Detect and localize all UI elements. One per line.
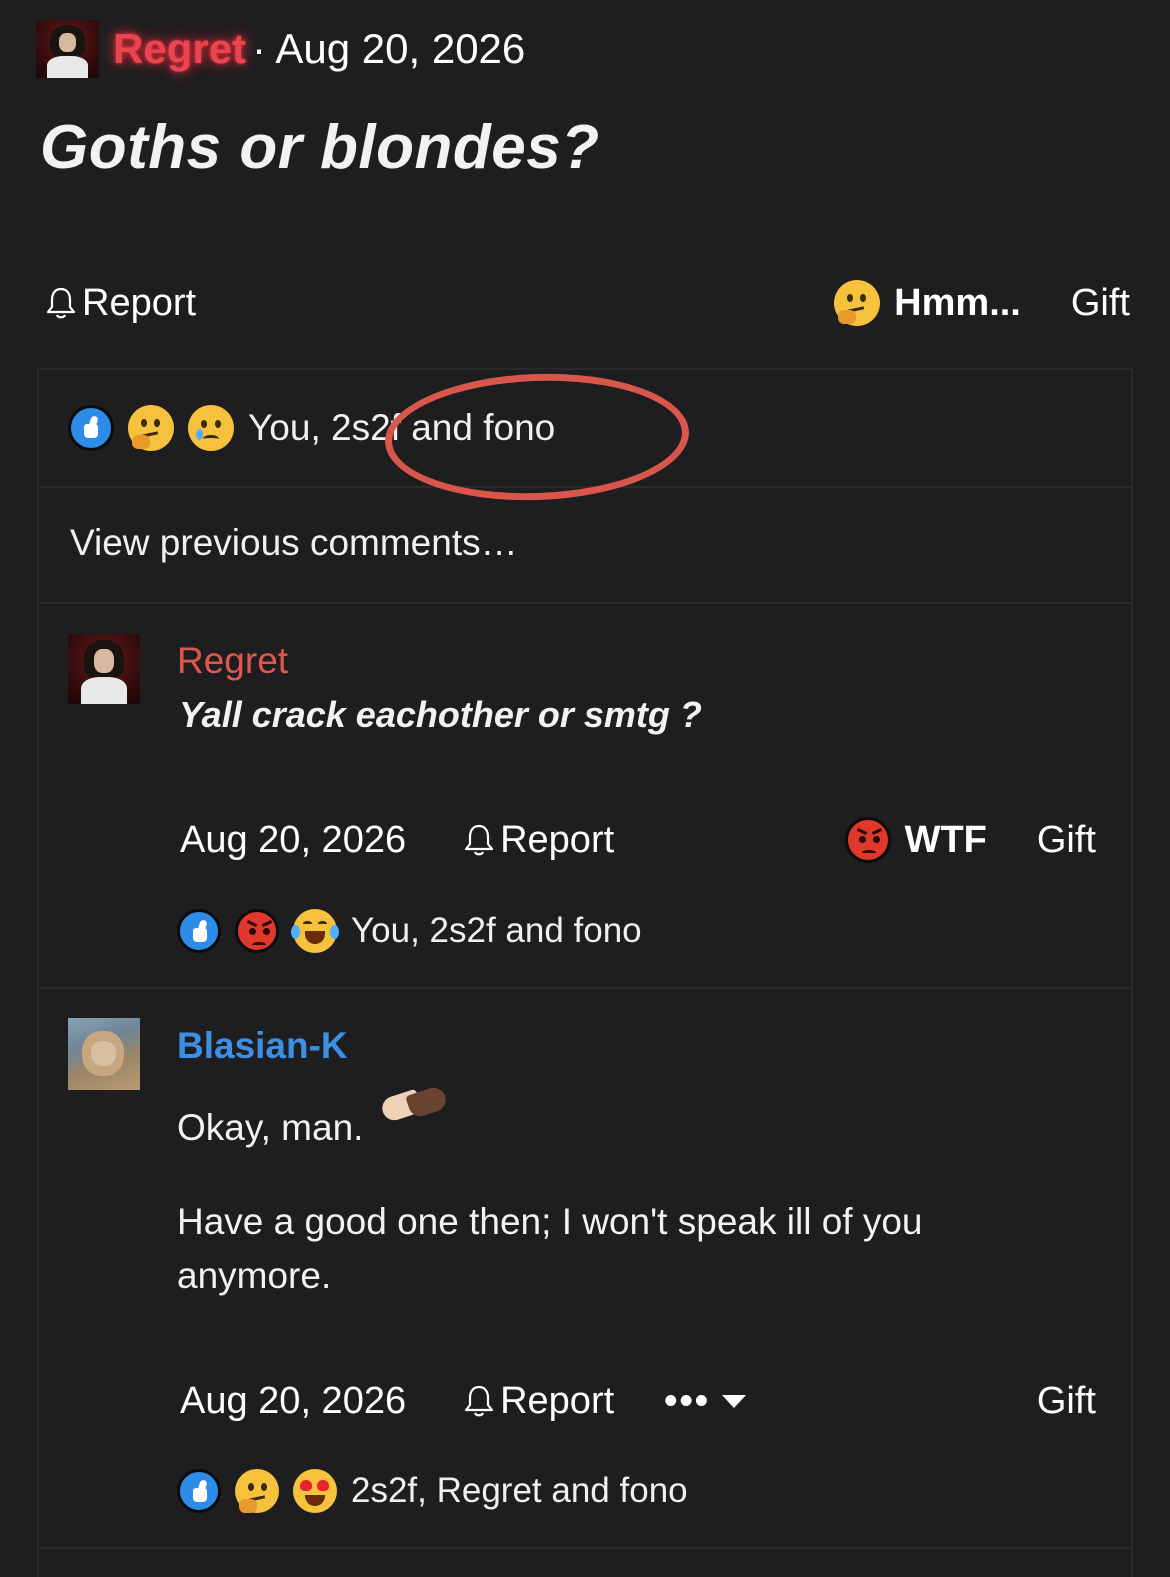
bell-icon xyxy=(464,824,494,856)
comment-text: Yall crack eachother or smtg ? xyxy=(179,694,702,735)
post-header: Regret · Aug 20, 2026 xyxy=(36,18,525,80)
post-title: Goths or blondes? xyxy=(40,113,600,182)
author-avatar[interactable] xyxy=(36,20,99,78)
laughing-crying-icon xyxy=(291,909,339,953)
comment-author-name[interactable]: Regret xyxy=(177,640,288,682)
reactors-text: You, 2s2f and fono xyxy=(351,911,642,950)
reaction-label: WTF xyxy=(904,818,987,861)
bell-icon xyxy=(464,1385,494,1417)
comment-text-third: anymore. xyxy=(177,1255,332,1296)
reaction-label: Hmm... xyxy=(894,281,1021,324)
thinking-face-icon xyxy=(128,405,174,451)
comment-text-second: Have a good one then; I won't speak ill … xyxy=(177,1201,923,1242)
post-page: Regret · Aug 20, 2026 Goths or blondes? … xyxy=(0,0,1170,1577)
gift-button[interactable]: Gift xyxy=(1037,819,1096,862)
like-icon xyxy=(68,405,114,451)
angry-face-icon xyxy=(844,817,891,863)
comment-date: Aug 20, 2026 xyxy=(180,1379,407,1422)
reaction-button[interactable]: WTF xyxy=(844,817,987,863)
reaction-button[interactable]: Hmm... xyxy=(834,280,1021,326)
comment-action-bar: Aug 20, 2026 Report WTF Gift xyxy=(180,815,1096,865)
bell-icon xyxy=(46,287,76,319)
thinking-face-icon xyxy=(834,280,881,326)
comment-text-first: Okay, man. xyxy=(177,1107,364,1148)
heart-eyes-icon xyxy=(293,1469,337,1513)
comment-author-avatar[interactable] xyxy=(68,634,140,704)
post-action-bar: Report Hmm... Gift xyxy=(44,278,1130,328)
caret-down-icon xyxy=(722,1394,747,1408)
divider xyxy=(39,987,1131,989)
report-label: Report xyxy=(500,818,615,861)
sad-face-icon xyxy=(188,405,234,451)
report-button[interactable]: Report xyxy=(462,1380,614,1423)
report-label: Report xyxy=(82,281,197,324)
like-icon xyxy=(177,909,221,953)
comment-date: Aug 20, 2026 xyxy=(180,818,407,861)
comment-reactions-summary[interactable]: 2s2f, Regret and fono xyxy=(177,1469,688,1513)
thinking-face-icon xyxy=(235,1469,279,1513)
comment-action-bar: Aug 20, 2026 Report ••• Gift xyxy=(180,1376,1096,1426)
post-date: · Aug 20, 2026 xyxy=(252,25,526,72)
report-button[interactable]: Report xyxy=(44,282,196,325)
reactors-text: 2s2f, Regret and fono xyxy=(351,1471,688,1510)
view-previous-comments-link[interactable]: View previous comments… xyxy=(70,522,518,564)
report-label: Report xyxy=(500,1379,615,1422)
more-reactions-button[interactable]: ••• xyxy=(664,1379,747,1423)
more-dots-icon: ••• xyxy=(664,1379,711,1422)
comment-author-name[interactable]: Blasian-K xyxy=(177,1025,348,1067)
handshake-icon xyxy=(378,1084,449,1128)
gift-button[interactable]: Gift xyxy=(1037,1380,1096,1423)
post-author-name[interactable]: Regret xyxy=(113,25,246,73)
angry-face-icon xyxy=(235,909,279,953)
divider xyxy=(39,602,1131,604)
comment-reactions-summary[interactable]: You, 2s2f and fono xyxy=(177,909,642,953)
report-button[interactable]: Report xyxy=(462,819,614,862)
comment-author-avatar[interactable] xyxy=(68,1018,140,1090)
like-icon xyxy=(177,1469,221,1513)
divider xyxy=(39,1547,1131,1549)
gift-button[interactable]: Gift xyxy=(1071,282,1130,325)
comment-text-line: Okay, man. xyxy=(177,1084,449,1155)
